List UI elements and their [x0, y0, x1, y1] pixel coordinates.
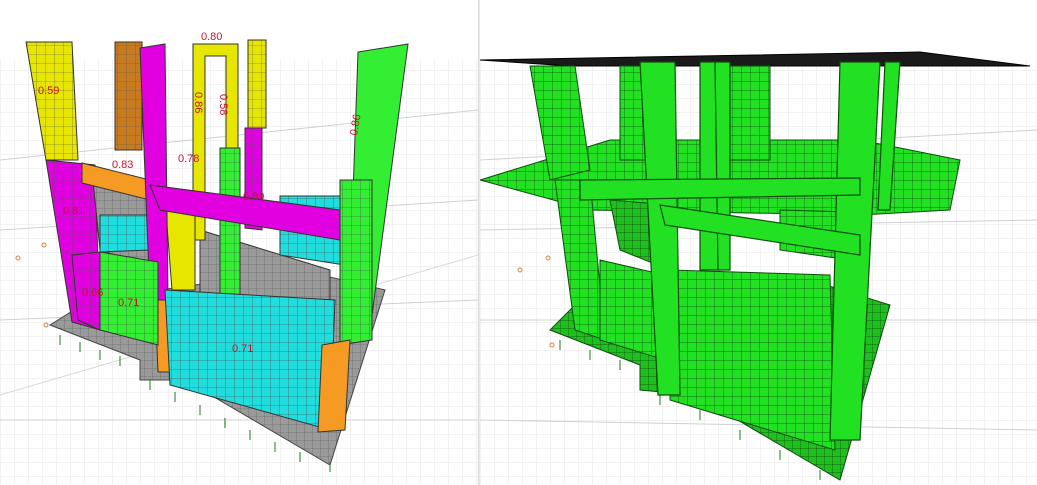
ratio-label: 0.80	[201, 31, 222, 43]
left-model-viewport[interactable]: 0.59 0.81 0.80 0.86 0.58 0.83 0.78 0.89 …	[0, 0, 479, 485]
roof-slab	[480, 51, 1031, 67]
ratio-label: 0.89	[243, 191, 264, 203]
column-green-inner	[219, 147, 241, 301]
ratio-label: 0.83	[112, 159, 133, 171]
wall-back-right	[729, 65, 771, 161]
column-yellow-right	[247, 39, 267, 129]
ratio-label: 0.78	[178, 153, 199, 165]
ratio-label: 0.58	[217, 94, 229, 115]
stress-ratio-model-view[interactable]: 0.59 0.81 0.80 0.86 0.58 0.83 0.78 0.89 …	[0, 0, 478, 485]
ratio-label: 0.71	[232, 343, 253, 355]
wall-panel-cyan-inner	[99, 214, 151, 253]
ratio-label: 0.59	[38, 85, 59, 97]
right-model-viewport[interactable]	[480, 0, 1037, 485]
ratio-label: 0.86	[192, 92, 204, 113]
ratio-label: 0.81	[63, 205, 84, 217]
deformed-shape-model-view[interactable]	[480, 0, 1037, 485]
wall-panel-brown	[114, 41, 143, 151]
analysis-results-window: 0.59 0.81 0.80 0.86 0.58 0.83 0.78 0.89 …	[0, 0, 1037, 485]
ratio-label: 0.71	[118, 297, 139, 309]
ratio-label: 0.66	[82, 287, 103, 299]
